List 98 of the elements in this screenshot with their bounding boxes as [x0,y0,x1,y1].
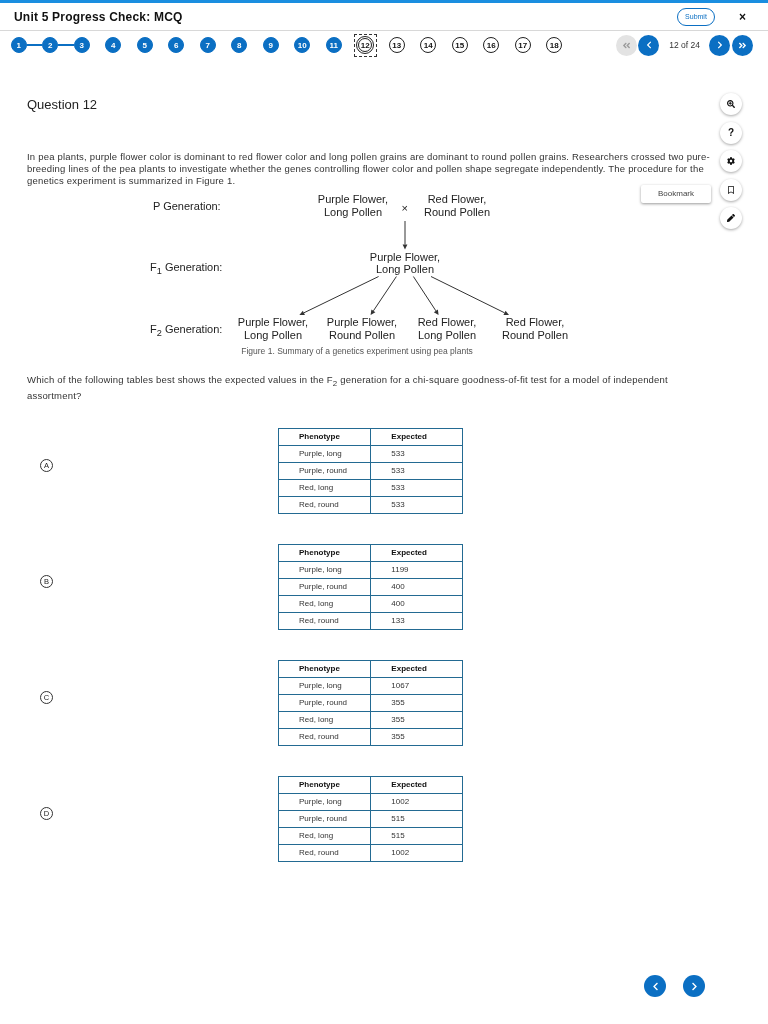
double-chevron-right-icon [738,40,747,50]
table-cell: Red, long [278,479,371,497]
table-cell: Purple, round [278,810,371,828]
chevron-right-icon [689,981,699,991]
question-number-button[interactable]: 13 [388,37,405,53]
annotate-button[interactable] [720,207,742,229]
table-cell: 355 [370,728,463,746]
table-cell: 1002 [370,793,463,811]
double-chevron-left-icon [622,40,632,50]
question-number-button[interactable]: 7 [199,37,216,53]
zoom-in-icon [727,100,735,108]
figure-caption: Figure 1. Summary of a genetics experiment using pea plants [240,346,474,356]
table-cell: Red, long [278,827,371,845]
table-cell: 400 [370,578,463,596]
settings-icon [727,157,735,165]
help-button[interactable]: ? [720,121,742,144]
pencil-icon [727,214,735,222]
table-cell: Red, round [278,844,371,862]
table-cell: 1067 [370,677,463,695]
close-button[interactable]: × [739,10,746,23]
table-cell: Purple, round [278,462,371,480]
phenotype-label: Purple Flower, Long Pollen [236,316,310,341]
bookmark-tooltip: Bookmark [641,184,711,203]
phenotype-label: Purple Flower, Round Pollen [325,316,399,341]
question-number-button[interactable]: 5 [136,37,153,53]
table-header-cell: Phenotype [278,776,371,794]
question-number-button[interactable]: 1 [10,37,27,53]
phenotype-label: Red Flower, Round Pollen [422,193,492,218]
table-cell: Purple, long [278,677,371,695]
table-cell: Red, long [278,595,371,613]
zoom-button[interactable] [720,93,742,115]
question-stem: In pea plants, purple flower color is dominant to red flower color and long pollen grains are dominant to round pollen grains. Researchers crossed two pure-breeding lines of the pea plants to investigate whether the genes controlling flower color and pollen shape segregate independently. The procedure for the genetics experiment is summarized in Figure 1. [27,151,711,187]
table-cell: Red, round [278,612,371,630]
table-cell: 533 [370,462,463,480]
table-header-cell: Expected [370,776,463,794]
phenotype-label: Purple Flower, Long Pollen [316,193,390,218]
question-number-button[interactable]: 12 [353,33,377,57]
table-cell: Purple, long [278,445,371,463]
table-header-cell: Expected [370,428,463,446]
chevron-left-icon [650,981,660,991]
table-cell: 400 [370,595,463,613]
next-button[interactable] [683,975,705,997]
table-header-cell: Phenotype [278,428,371,446]
table-header-cell: Expected [370,544,463,562]
generation-label: F$_{1}$ Generation: [150,260,223,278]
previous-page-button[interactable] [638,34,660,56]
table-cell: Purple, round [278,578,371,596]
phenotype-label: Purple Flower, Long Pollen [368,250,442,276]
chevron-left-icon [644,41,653,49]
table-cell: 1199 [370,561,463,579]
question-title: Question 12 [27,97,99,113]
table-cell: 515 [370,810,463,828]
table-cell: 133 [370,612,463,630]
table-cell: 533 [370,496,463,514]
question-number-button[interactable]: 14 [420,37,437,53]
chevron-right-icon [715,41,724,49]
question-number-button[interactable]: 16 [483,37,500,53]
question-number-button[interactable]: 15 [451,37,468,53]
table-cell: Purple, long [278,793,371,811]
table-cell: 533 [370,479,463,497]
question-number-button[interactable]: 17 [514,37,531,53]
table-cell: Purple, long [278,561,371,579]
phenotype-label: Red Flower, Round Pollen [500,316,570,341]
table-cell: 515 [370,827,463,845]
generation-label: F$_{2}$ Generation: [150,322,223,340]
last-page-button[interactable] [732,34,753,56]
page-title: Unit 5 Progress Check: MCQ [14,9,183,24]
question-number-button[interactable]: 18 [546,37,563,53]
question-number-button[interactable]: 6 [168,37,185,53]
table-cell: Red, long [278,711,371,729]
table-cell: 533 [370,445,463,463]
generation-label: P Generation: [153,199,221,213]
table-cell: Red, round [278,728,371,746]
question-number-button[interactable]: 8 [231,37,248,53]
table-cell: 355 [370,711,463,729]
settings-button[interactable] [720,150,742,172]
table-cell: 1002 [370,844,463,862]
phenotype-label: Red Flower, Long Pollen [416,316,478,341]
table-cell: 355 [370,694,463,712]
arrow [402,220,408,250]
question-number-button[interactable]: 11 [325,37,342,53]
bookmark-icon [727,185,735,194]
table-header-cell: Expected [370,660,463,678]
question-number-button[interactable]: 10 [294,37,311,53]
question-number-button[interactable]: 4 [105,37,122,53]
table-cell: Purple, round [278,694,371,712]
page-position: 12 of 24 [669,40,700,50]
question-number-button[interactable]: 2 [42,37,59,53]
question-prompt: Which of the following tables best shows the expected values in the F$_{2}$ generation for a chi-square goodness-of-fit test for a model of independent assortment? [27,374,669,402]
table-cell: Red, round [278,496,371,514]
bookmark-button[interactable] [720,178,742,201]
table-header-cell: Phenotype [278,660,371,678]
previous-button[interactable] [644,975,666,997]
question-number-button[interactable]: 3 [73,37,90,53]
next-page-button[interactable] [709,34,730,56]
table-header-cell: Phenotype [278,544,371,562]
question-number-button[interactable]: 9 [262,37,279,53]
cross-symbol: × [401,201,408,215]
